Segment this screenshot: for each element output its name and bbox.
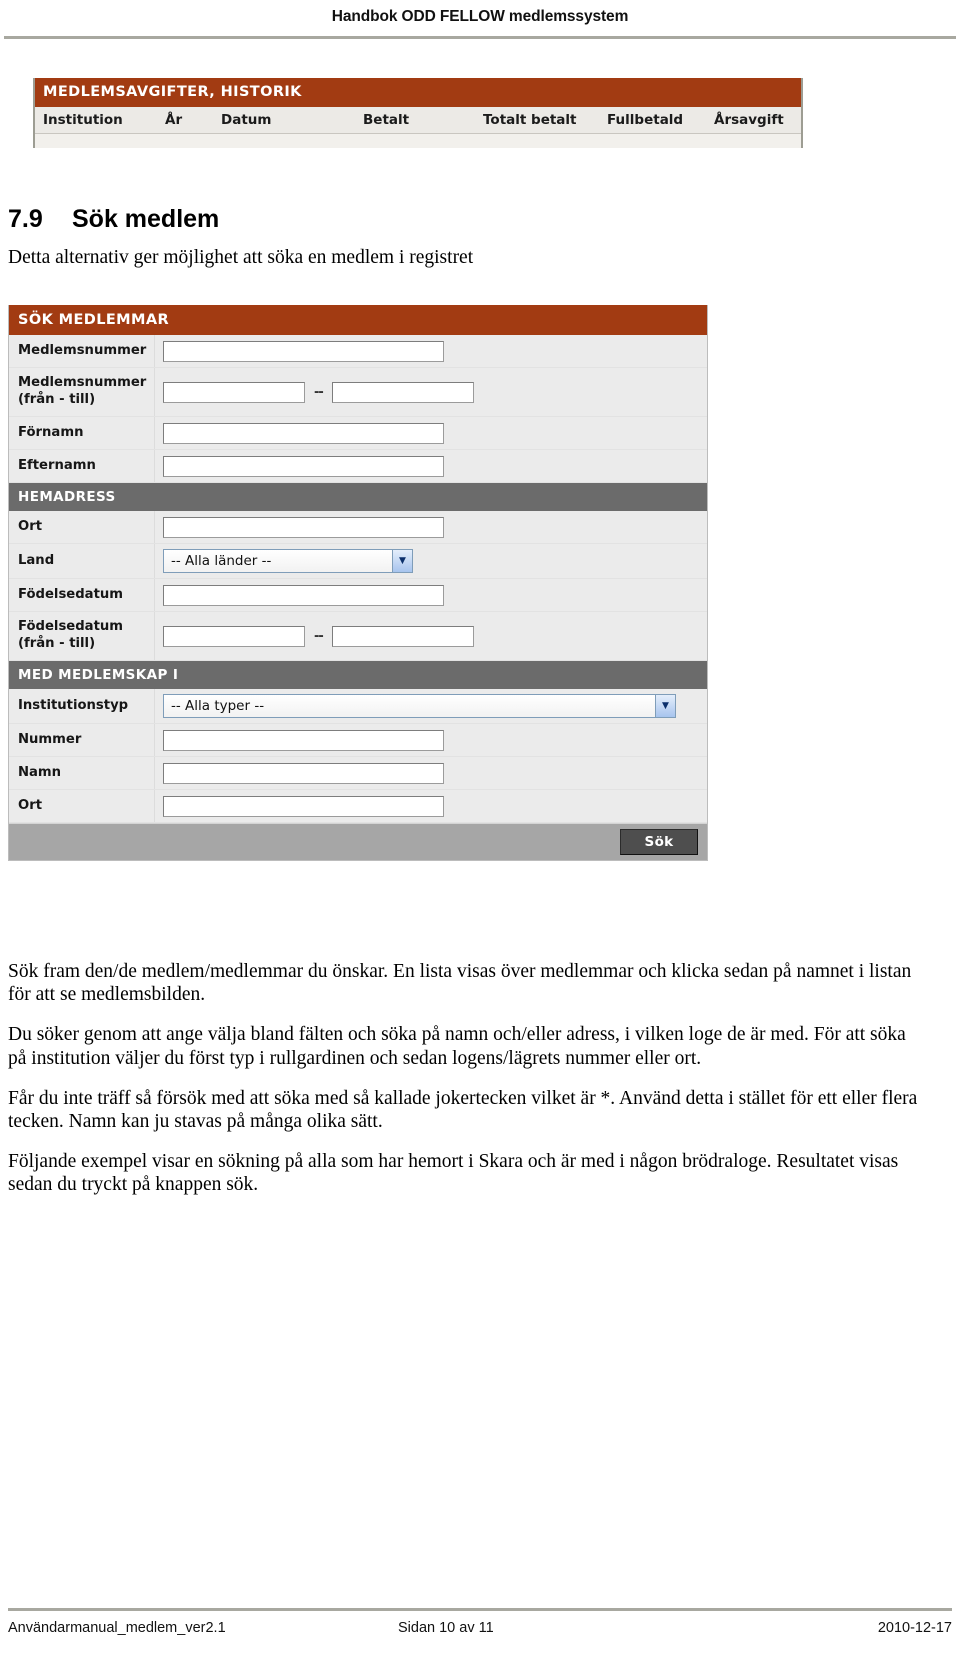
field-row-namn: Namn <box>9 757 707 790</box>
label-nummer: Nummer <box>9 724 155 756</box>
paragraph-2: Du söker genom att ange välja bland fält… <box>8 1024 906 1069</box>
chevron-down-icon: ▼ <box>392 550 412 572</box>
section-number: 7.9 <box>8 205 43 233</box>
field-row-medlemsnummer: Medlemsnummer <box>9 335 707 368</box>
field-row-fodelsedatum-range: Födelsedatum (från - till) -- <box>9 612 707 661</box>
field-row-medlemsnummer-range: Medlemsnummer (från - till) -- <box>9 368 707 417</box>
label-medlemsnummer-range-line2: (från - till) <box>18 392 96 407</box>
label-medlemsnummer-range-line1: Medlemsnummer <box>18 375 147 391</box>
label-namn: Namn <box>9 757 155 789</box>
search-form-footer: Sök <box>9 823 707 860</box>
document-header: Handbok ODD FELLOW medlemssystem <box>0 0 960 46</box>
column-header-totalt-betalt: Totalt betalt <box>483 112 577 129</box>
field-row-nummer: Nummer <box>9 724 707 757</box>
footer-date: 2010-12-17 <box>877 1620 952 1636</box>
column-header-betalt: Betalt <box>363 112 410 129</box>
field-row-efternamn: Efternamn <box>9 450 707 483</box>
paragraph-1: Sök fram den/de medlem/medlemmar du önsk… <box>8 961 912 1006</box>
header-divider <box>4 36 956 39</box>
land-select-value: -- Alla länder -- <box>171 553 272 569</box>
search-form-title: SÖK MEDLEMMAR <box>9 305 707 335</box>
label-institution-ort: Ort <box>9 790 155 822</box>
field-row-hemadress-ort: Ort <box>9 511 707 544</box>
sok-button[interactable]: Sök <box>620 829 698 855</box>
column-header-institution: Institution <box>43 112 123 129</box>
column-header-arsavgift: Årsavgift <box>714 112 784 129</box>
institution-ort-input[interactable] <box>163 795 444 817</box>
section-heading-text: Sök medlem <box>72 205 220 233</box>
institutionstyp-select[interactable]: -- Alla typer -- ▼ <box>163 694 676 718</box>
medlemsnummer-input[interactable] <box>163 340 444 362</box>
medlemsnummer-from-input[interactable] <box>163 381 305 403</box>
paragraph-4: Följande exempel visar en sökning på all… <box>8 1151 899 1196</box>
medlemsnummer-to-input[interactable] <box>331 381 474 403</box>
label-medlemsnummer-range: Medlemsnummer (från - till) <box>9 368 155 416</box>
label-fodelsedatum-range-line1: Födelsedatum <box>18 619 124 635</box>
page-title: 7.9 Sök medlem <box>8 205 948 233</box>
field-row-fornamn: Förnamn <box>9 417 707 450</box>
institutionstyp-select-value: -- Alla typer -- <box>171 698 265 714</box>
label-institutionstyp: Institutionstyp <box>9 689 155 723</box>
fornamn-input[interactable] <box>163 422 444 444</box>
range-separator-medlemsnummer: -- <box>314 384 324 400</box>
search-members-form-screenshot: SÖK MEDLEMMAR Medlemsnummer Medlemsnumme… <box>8 305 708 861</box>
range-separator-fodelsedatum: -- <box>314 628 324 644</box>
label-medlemsnummer: Medlemsnummer <box>9 335 155 367</box>
field-row-institutionstyp: Institutionstyp -- Alla typer -- ▼ <box>9 689 707 724</box>
label-hemadress-ort: Ort <box>9 511 155 543</box>
column-header-datum: Datum <box>221 112 272 129</box>
label-land: Land <box>9 544 155 578</box>
label-fodelsedatum-range-line2: (från - till) <box>18 636 96 651</box>
footer-divider <box>8 1608 952 1611</box>
column-header-ar: År <box>165 112 183 129</box>
section-block: 7.9 Sök medlem Detta alternativ ger möjli… <box>8 205 948 269</box>
label-efternamn: Efternamn <box>9 450 155 482</box>
land-select[interactable]: -- Alla länder -- ▼ <box>163 549 413 573</box>
fodelsedatum-input[interactable] <box>163 584 444 606</box>
body-text: Sök fram den/de medlem/medlemmar du önsk… <box>8 960 924 1197</box>
document-footer: Användarmanual_medlem_ver2.1 Sidan 10 av… <box>8 1608 952 1636</box>
section-bar-hemadress: HEMADRESS <box>9 483 707 511</box>
fodelsedatum-to-input[interactable] <box>331 625 474 647</box>
fodelsedatum-from-input[interactable] <box>163 625 305 647</box>
namn-input[interactable] <box>163 762 444 784</box>
footer-document-name: Användarmanual_medlem_ver2.1 <box>8 1620 226 1636</box>
field-row-land: Land -- Alla länder -- ▼ <box>9 544 707 579</box>
section-bar-med-medlemskap-i: MED MEDLEMSKAP I <box>9 661 707 689</box>
nummer-input[interactable] <box>163 729 444 751</box>
header-title: Handbok ODD FELLOW medlemssystem <box>331 8 629 25</box>
label-fornamn: Förnamn <box>9 417 155 449</box>
section-lead-paragraph: Detta alternativ ger möjlighet att söka … <box>8 247 474 268</box>
field-row-fodelsedatum: Födelsedatum <box>9 579 707 612</box>
paragraph-3: Får du inte träff så försök med att söka… <box>8 1087 918 1133</box>
fees-history-empty-row <box>35 134 801 149</box>
chevron-down-icon: ▼ <box>655 695 675 717</box>
fees-history-title: MEDLEMSAVGIFTER, HISTORIK <box>35 78 801 108</box>
field-row-institution-ort: Ort <box>9 790 707 823</box>
efternamn-input[interactable] <box>163 455 444 477</box>
hemadress-ort-input[interactable] <box>163 516 444 538</box>
column-header-fullbetald: Fullbetald <box>607 112 684 129</box>
label-fodelsedatum: Födelsedatum <box>9 579 155 611</box>
membership-fees-history-screenshot: MEDLEMSAVGIFTER, HISTORIK Institution År D… <box>33 78 803 149</box>
label-fodelsedatum-range: Födelsedatum (från - till) <box>9 612 155 660</box>
footer-page-number: Sidan 10 av 11 <box>398 1620 494 1636</box>
fees-history-column-headers: Institution År Datum Betalt Totalt betalt Ful… <box>35 107 801 135</box>
